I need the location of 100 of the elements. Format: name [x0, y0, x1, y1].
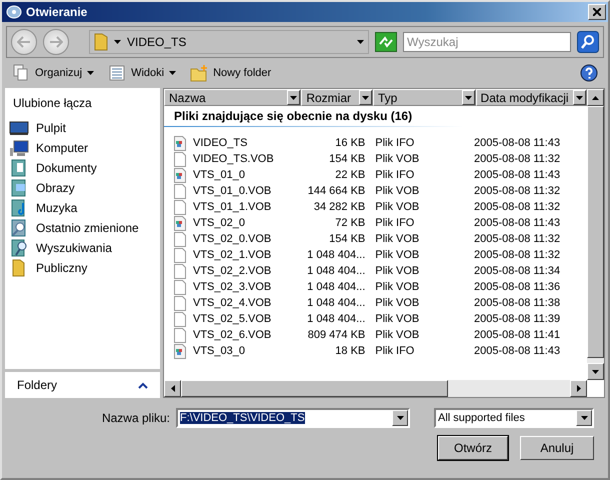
toolbar-label: Widoki — [131, 67, 164, 79]
address-path: VIDEO_TS — [127, 35, 188, 49]
sidebar-item[interactable]: Ostatnio zmienione — [5, 218, 160, 238]
column-header[interactable]: Data modyfikacji — [476, 89, 587, 106]
scroll-right-icon — [576, 385, 580, 392]
file-row[interactable]: VTS_02_4.VOB 1 048 404... Plik VOB 2005-08-08 11:38 — [164, 295, 587, 311]
computer-icon — [9, 139, 29, 157]
dialog-button[interactable]: Anuluj — [520, 436, 594, 460]
file-row[interactable]: VTS_02_5.VOB 1 048 404... Plik VOB 2005-08-08 11:39 — [164, 311, 587, 327]
file-date: 2005-08-08 11:32 — [473, 233, 562, 245]
file-icon — [174, 248, 186, 262]
file-row[interactable]: VTS_02_1.VOB 1 048 404... Plik VOB 2005-08-08 11:32 — [164, 247, 587, 263]
file-name: VTS_02_4.VOB — [192, 297, 272, 309]
file-icon — [174, 296, 186, 310]
file-name: VTS_02_1.VOB — [192, 249, 272, 261]
file-row[interactable]: VIDEO_TS.VOB 154 KB Plik VOB 2005-08-08 11:32 — [164, 151, 587, 167]
toolbar-label: Organizuj — [35, 67, 82, 79]
sidebar-item[interactable]: Pulpit — [5, 118, 160, 138]
file-type: Plik VOB — [374, 297, 420, 309]
file-type: Plik IFO — [374, 217, 416, 229]
file-date: 2005-08-08 11:43 — [473, 169, 562, 181]
file-date: 2005-08-08 11:38 — [473, 297, 562, 309]
toolbar-button[interactable]: Widoki — [108, 64, 176, 82]
toolbar-button[interactable]: Nowy folder — [190, 64, 272, 82]
window-title: Otwieranie — [26, 5, 88, 19]
file-size: 34 282 KB — [312, 201, 366, 213]
file-size: 1 048 404... — [306, 313, 366, 325]
file-date: 2005-08-08 11:43 — [473, 137, 562, 149]
sidebar-item[interactable]: Dokumenty — [5, 158, 160, 178]
sidebar-item[interactable]: Wyszukiwania — [5, 238, 160, 258]
app-icon — [6, 5, 22, 19]
file-name: VTS_02_5.VOB — [192, 313, 272, 325]
file-row[interactable]: VTS_03_0 18 KB Plik IFO 2005-08-08 11:43 — [164, 343, 587, 359]
refresh-button[interactable] — [375, 32, 397, 52]
file-icon — [174, 200, 186, 214]
file-type: Plik IFO — [374, 169, 416, 181]
filename-field[interactable]: F:\VIDEO_TS\VIDEO_TS — [176, 408, 410, 428]
caret-icon — [362, 96, 370, 100]
file-row[interactable]: VIDEO_TS 16 KB Plik IFO 2005-08-08 11:43 — [164, 135, 587, 151]
address-field[interactable]: VIDEO_TS — [89, 30, 369, 54]
scroll-down-icon — [592, 370, 599, 374]
file-type: Plik VOB — [374, 329, 420, 341]
file-type: Plik IFO — [374, 345, 416, 357]
horizontal-scrollbar[interactable] — [164, 380, 587, 397]
file-row[interactable]: VTS_02_0.VOB 154 KB Plik VOB 2005-08-08 11:32 — [164, 231, 587, 247]
toolbar-button[interactable]: Organizuj — [12, 64, 94, 82]
file-type-dropdown[interactable]: All supported files — [434, 408, 594, 428]
file-row[interactable]: VTS_02_6.VOB 809 474 KB Plik VOB 2005-08-08 11:41 — [164, 327, 587, 343]
sidebar-item[interactable]: Publiczny — [5, 258, 160, 278]
close-button[interactable] — [588, 4, 606, 20]
column-header[interactable]: Rozmiar — [301, 89, 374, 106]
vertical-scrollbar[interactable] — [587, 89, 604, 380]
file-date: 2005-08-08 11:43 — [473, 217, 562, 229]
file-size: 16 KB — [334, 137, 366, 149]
file-name: VTS_03_0 — [192, 345, 246, 357]
filename-label: Nazwa pliku: — [102, 411, 170, 425]
file-date: 2005-08-08 11:43 — [473, 345, 562, 357]
file-date: 2005-08-08 11:32 — [473, 153, 562, 165]
search-field[interactable]: Wyszukaj — [403, 32, 571, 52]
favorites-title: Ulubione łącza — [12, 96, 93, 112]
file-type: Plik VOB — [374, 281, 420, 293]
sidebar-item[interactable]: Muzyka — [5, 198, 160, 218]
search-button[interactable] — [577, 31, 599, 53]
file-type: Plik IFO — [374, 137, 416, 149]
file-type: Plik VOB — [374, 185, 420, 197]
file-size: 154 KB — [328, 233, 366, 245]
file-size: 144 664 KB — [306, 185, 366, 197]
file-row[interactable]: VTS_02_2.VOB 1 048 404... Plik VOB 2005-08-08 11:34 — [164, 263, 587, 279]
file-type: Plik VOB — [374, 265, 420, 277]
help-button[interactable] — [580, 64, 598, 82]
file-name: VIDEO_TS — [192, 137, 248, 149]
forward-button[interactable] — [43, 29, 69, 55]
file-row[interactable]: VTS_01_1.VOB 34 282 KB Plik VOB 2005-08-08 11:32 — [164, 199, 587, 215]
file-icon — [174, 328, 186, 342]
dialog-button[interactable]: Otwórz — [438, 436, 508, 460]
scroll-up-icon — [592, 96, 599, 100]
search-folder-icon — [9, 239, 29, 257]
file-type: Plik VOB — [374, 313, 420, 325]
file-image-icon — [174, 344, 186, 358]
column-header[interactable]: Nazwa — [164, 89, 302, 106]
file-row[interactable]: VTS_01_0 22 KB Plik IFO 2005-08-08 11:43 — [164, 167, 587, 183]
caret-icon — [576, 96, 583, 100]
sidebar-item[interactable]: Komputer — [5, 138, 160, 158]
file-row[interactable]: VTS_01_0.VOB 144 664 KB Plik VOB 2005-08-08 11:32 — [164, 183, 587, 199]
file-date: 2005-08-08 11:32 — [473, 185, 562, 197]
file-row[interactable]: VTS_02_0 72 KB Plik IFO 2005-08-08 11:43 — [164, 215, 587, 231]
file-date: 2005-08-08 11:34 — [473, 265, 562, 277]
file-image-icon — [174, 216, 186, 230]
sidebar-item[interactable]: Obrazy — [5, 178, 160, 198]
folders-toggle[interactable]: Foldery — [5, 372, 160, 398]
pages-icon — [12, 64, 30, 82]
file-icon — [174, 184, 186, 198]
group-header: Pliki znajdujące się obecnie na dysku (16) — [173, 108, 414, 125]
back-button[interactable] — [11, 29, 37, 55]
file-size: 1 048 404... — [306, 265, 366, 277]
file-row[interactable]: VTS_02_3.VOB 1 048 404... Plik VOB 2005-08-08 11:36 — [164, 279, 587, 295]
column-header[interactable]: Typ — [373, 89, 476, 106]
file-name: VTS_02_0.VOB — [192, 233, 272, 245]
caret-icon — [290, 96, 298, 100]
file-date: 2005-08-08 11:32 — [473, 249, 562, 261]
